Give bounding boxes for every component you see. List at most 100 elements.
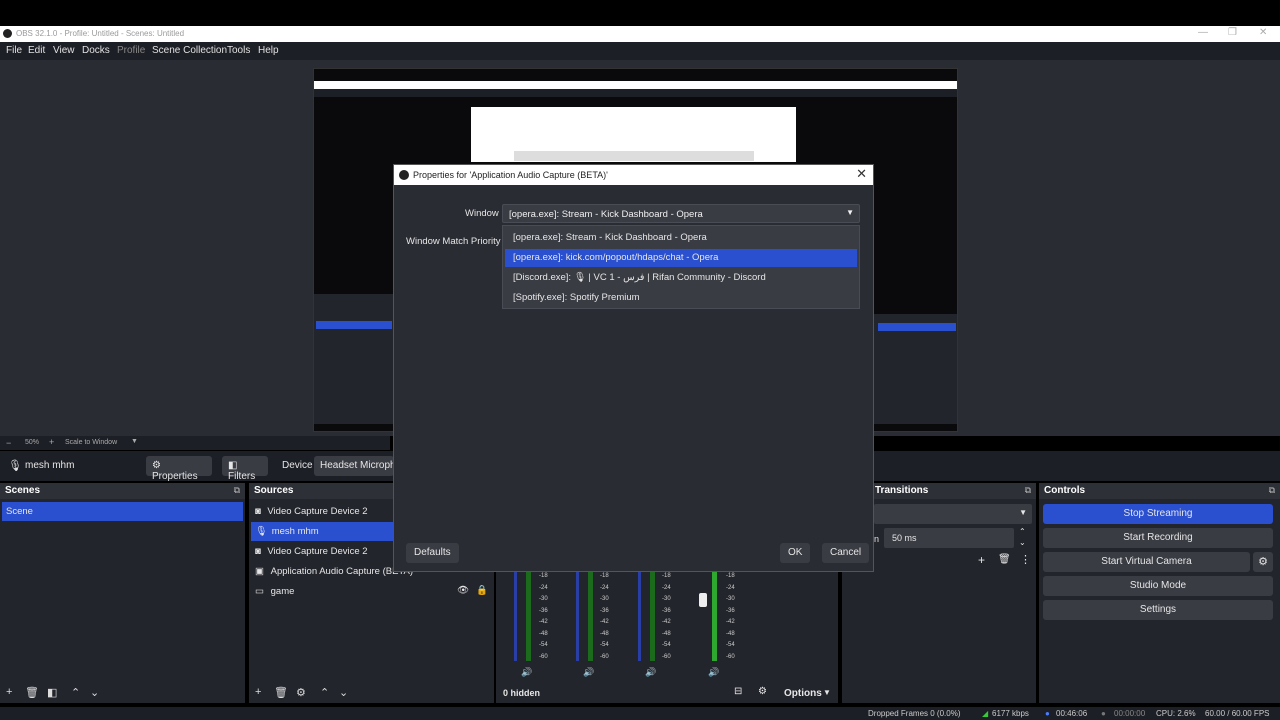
- window-select[interactable]: [opera.exe]: Stream - Kick Dashboard - O…: [502, 204, 860, 223]
- settings-icon[interactable]: ⚙: [758, 686, 767, 697]
- transition-select[interactable]: ▼: [874, 504, 1032, 524]
- speaker-icon[interactable]: 🔊: [645, 667, 656, 678]
- properties-button[interactable]: ⚙ Properties: [146, 456, 212, 482]
- lock-icon[interactable]: 🔒: [476, 585, 488, 596]
- chevron-down-icon[interactable]: ▼: [823, 688, 831, 697]
- filter-icon[interactable]: ◧: [47, 686, 57, 699]
- studio-mode-button[interactable]: Studio Mode: [1043, 576, 1273, 596]
- nested-stop-button: [878, 323, 956, 331]
- visibility-icon[interactable]: 👁: [457, 585, 469, 596]
- close-icon[interactable]: ✕: [856, 166, 867, 182]
- source-item[interactable]: ▭ game 👁 🔒: [251, 582, 492, 601]
- volume-meter: [712, 571, 717, 661]
- gear-icon[interactable]: ⚙: [296, 686, 306, 699]
- down-icon[interactable]: ⌄: [339, 686, 348, 699]
- dropdown-option[interactable]: [Spotify.exe]: Spotify Premium: [505, 289, 857, 307]
- up-icon[interactable]: ⌃: [320, 686, 329, 699]
- dropdown-option[interactable]: [opera.exe]: kick.com/popout/hdaps/chat …: [505, 249, 857, 267]
- volume-meter: [588, 571, 593, 661]
- menu-profile[interactable]: Profile: [117, 45, 145, 56]
- undock-icon[interactable]: ⧉: [234, 485, 240, 496]
- properties-dialog: Properties for 'Application Audio Captur…: [393, 164, 874, 572]
- menu-bar: File Edit View Docks Profile Scene Colle…: [0, 42, 1280, 60]
- minimize-icon[interactable]: —: [1198, 27, 1208, 38]
- nested-titlebar: [314, 81, 957, 89]
- defaults-button[interactable]: Defaults: [406, 543, 459, 563]
- close-icon[interactable]: ✕: [1259, 27, 1267, 38]
- settings-button[interactable]: Settings: [1043, 600, 1273, 620]
- add-icon[interactable]: +: [255, 686, 261, 698]
- trash-icon[interactable]: 🗑: [25, 686, 39, 699]
- speaker-icon[interactable]: 🔊: [708, 667, 719, 678]
- gear-icon: ⚙: [152, 460, 161, 471]
- zoom-mode[interactable]: Scale to Window: [65, 439, 117, 446]
- options-button[interactable]: Options: [784, 688, 822, 699]
- filter-icon: ◧: [228, 460, 238, 471]
- obs-logo-icon: [399, 170, 409, 180]
- chevron-down-icon[interactable]: ⌄: [1019, 538, 1026, 547]
- trash-icon[interactable]: 🗑: [998, 554, 1011, 565]
- chevron-down-icon[interactable]: ▼: [131, 438, 138, 445]
- undock-icon[interactable]: ⧉: [1025, 485, 1031, 496]
- dropdown-option[interactable]: [opera.exe]: Stream - Kick Dashboard - O…: [505, 229, 857, 247]
- dialog-title: Properties for 'Application Audio Captur…: [413, 170, 608, 180]
- cpu-usage: CPU: 2.6%: [1156, 709, 1196, 718]
- start-virtual-camera-button[interactable]: Start Virtual Camera: [1043, 552, 1250, 572]
- filters-button[interactable]: ◧ Filters: [222, 456, 268, 482]
- camera-icon: ◙: [255, 546, 261, 557]
- window-match-priority-label: Window Match Priority: [406, 236, 501, 247]
- signal-icon: ◢: [982, 709, 989, 718]
- maximize-icon[interactable]: ❐: [1228, 27, 1237, 38]
- stop-streaming-button[interactable]: Stop Streaming: [1043, 504, 1273, 524]
- controls-header: Controls ⧉: [1039, 483, 1280, 499]
- menu-docks[interactable]: Docks: [82, 45, 110, 56]
- zoom-bar: − 50% + Scale to Window ▼: [0, 436, 390, 450]
- duration-input[interactable]: 50 ms: [884, 528, 1014, 548]
- up-icon[interactable]: ⌃: [71, 686, 80, 699]
- menu-edit[interactable]: Edit: [28, 45, 45, 56]
- menu-scene-collection[interactable]: Scene Collection: [152, 45, 227, 56]
- zoom-in-icon[interactable]: +: [49, 437, 54, 447]
- nested-menubar: [314, 89, 957, 97]
- meter-scale: -18 -24 -30 -36 -42 -48 -54 -60: [539, 573, 548, 660]
- add-icon[interactable]: +: [978, 553, 985, 567]
- context-source-name: mesh mhm: [25, 460, 75, 471]
- nested-dialog-title: [514, 151, 754, 161]
- start-recording-button[interactable]: Start Recording: [1043, 528, 1273, 548]
- chevron-up-icon[interactable]: ⌃: [1019, 527, 1026, 536]
- more-icon[interactable]: ⋮: [1020, 553, 1031, 566]
- trash-icon[interactable]: 🗑: [274, 686, 288, 699]
- undock-icon[interactable]: ⧉: [1269, 485, 1275, 496]
- down-icon[interactable]: ⌄: [90, 686, 99, 699]
- window-title: OBS 32.1.0 - Profile: Untitled - Scenes:…: [16, 29, 185, 38]
- volume-slider-handle[interactable]: [699, 593, 707, 607]
- speaker-icon[interactable]: 🔊: [521, 667, 532, 678]
- dialog-title-bar: Properties for 'Application Audio Captur…: [394, 165, 873, 185]
- record-icon: ●: [1101, 709, 1106, 718]
- ok-button[interactable]: OK: [780, 543, 811, 563]
- menu-tools[interactable]: Tools: [227, 45, 250, 56]
- device-select[interactable]: Headset Micropho: [314, 456, 394, 476]
- cancel-button[interactable]: Cancel: [822, 543, 870, 563]
- menu-file[interactable]: File: [6, 45, 22, 56]
- bitrate: 6177 kbps: [992, 709, 1029, 718]
- virtual-camera-settings-icon[interactable]: ⚙: [1253, 552, 1273, 572]
- hidden-count: 0 hidden: [503, 688, 541, 698]
- nested-scene-selected: [316, 321, 392, 329]
- window-icon: ▭: [255, 586, 264, 597]
- zoom-out-icon[interactable]: −: [6, 438, 11, 448]
- menu-view[interactable]: View: [53, 45, 75, 56]
- menu-help[interactable]: Help: [258, 45, 279, 56]
- add-icon[interactable]: +: [6, 686, 12, 698]
- app-icon: ▣: [255, 566, 264, 577]
- nested-scenes: [314, 294, 394, 424]
- volume-meter: [576, 571, 579, 661]
- scene-item[interactable]: Scene: [2, 502, 243, 521]
- device-label: Device: [282, 460, 313, 471]
- layout-icon[interactable]: ⊟: [734, 686, 742, 697]
- dropdown-option[interactable]: [Discord.exe]: 🎙 | VC 1 - فرس | Rifan Co…: [505, 269, 857, 287]
- scenes-toolbar: + 🗑 ◧ ⌃ ⌄: [0, 683, 245, 703]
- meter-scale: -18 -24 -30 -36 -42 -48 -54 -60: [726, 573, 735, 660]
- speaker-icon[interactable]: 🔊: [583, 667, 594, 678]
- zoom-value: 50%: [25, 439, 40, 446]
